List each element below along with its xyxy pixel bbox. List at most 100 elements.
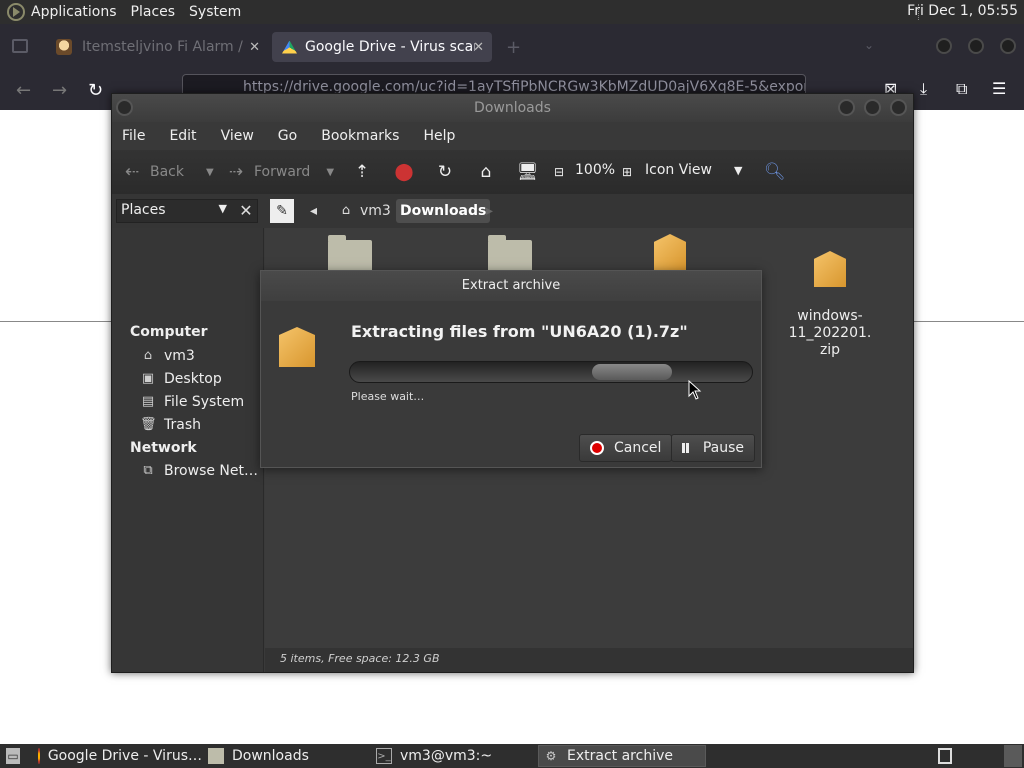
view-mode-select[interactable]: Icon View ▼ [645,162,742,178]
breadcrumb-label: Downloads [400,203,487,219]
pause-button[interactable]: Pause [671,434,755,462]
search-button[interactable]: 🔍︎ [764,162,792,182]
system-menu[interactable]: System [189,4,241,20]
up-button[interactable]: ⇡ [352,162,380,182]
maximize-icon[interactable] [968,38,984,54]
breadcrumb-downloads[interactable]: Downloads [396,199,491,223]
task-downloads[interactable]: Downloads [204,745,370,767]
sidebar-item-filesystem[interactable]: ▤ File System [140,394,244,410]
task-extract-archive[interactable]: ⚙ Extract archive [538,745,706,767]
stop-button[interactable]: ⬤ [394,162,422,182]
breadcrumb-vm3[interactable]: ⌂ vm3 [334,199,395,223]
file-item-archive[interactable]: windows-11_202201. zip [770,234,890,359]
up-arrow-icon: ⇡ [354,162,370,182]
zoom-level: 100% [575,162,616,178]
window-titlebar[interactable]: Downloads [112,94,913,122]
dropdown-arrow-icon: ▼ [218,202,227,215]
task-terminal[interactable]: >_ vm3@vm3:~ [372,745,538,767]
sidebar-item-trash[interactable]: 🗑︎ Trash [140,417,201,433]
window-menu-icon[interactable] [116,99,133,116]
downloads-icon[interactable]: ⤓ [920,79,927,99]
show-desktop-button[interactable]: ▭ [2,745,28,767]
breadcrumb-back-icon[interactable]: ◂ [306,199,321,223]
menu-bookmarks[interactable]: Bookmarks [321,128,399,144]
window-title: Downloads [474,100,551,116]
browser-tab-active[interactable]: Google Drive - Virus scan w ✕ [272,32,492,62]
file-name: windows-11_202201. zip [788,308,872,358]
forward-arrow-icon: ⇢ [228,162,244,182]
sidebar-item-desktop[interactable]: ▣ Desktop [140,371,222,387]
cancel-button[interactable]: Cancel [579,434,673,462]
applications-menu[interactable]: Applications [31,4,117,20]
home-folder-icon: ⌂ [143,348,153,363]
maximize-icon[interactable] [864,99,881,116]
computer-button[interactable]: 🖥 [517,162,545,182]
home-folder-icon: ⌂ [480,162,492,182]
archive-icon [654,234,686,270]
forward-history-arrow-icon[interactable]: ▼ [326,167,334,178]
new-tab-icon[interactable]: + [506,37,521,58]
reload-icon[interactable]: ↻ [88,80,103,101]
forward-button[interactable]: ⇢ Forward ▼ [226,162,334,182]
back-arrow-icon[interactable]: ← [16,80,31,101]
forward-label: Forward [254,164,311,180]
search-icon: 🔍︎ [764,162,786,182]
extensions-icon[interactable]: ⧉ [956,79,967,99]
clock[interactable]: Fri Dec 1, 05:55 [907,3,1018,19]
workspace-switcher[interactable] [934,745,960,767]
home-button[interactable]: ⌂ [476,162,504,182]
places-menu[interactable]: Places [131,4,176,20]
breadcrumb-label: vm3 [360,203,391,219]
back-history-arrow-icon[interactable]: ▼ [206,167,214,178]
zoom-in-button[interactable]: ⊞ [617,162,645,182]
close-sidebar-icon[interactable]: ✕ [234,199,258,223]
drive-icon: ▤ [141,394,155,409]
browser-tab-inactive[interactable]: Itemsteljvino Fi Alarm / ✕ [46,32,268,62]
archive-manager-icon: ⚙ [545,749,557,763]
show-desktop-icon: ▭ [6,748,20,764]
task-google-drive[interactable]: Google Drive - Virus… [34,745,202,767]
sidebar-item-browse-network[interactable]: ⧉ Browse Net… [140,463,258,479]
back-label: Back [150,164,184,180]
menu-file[interactable]: File [122,128,145,144]
menu-view[interactable]: View [221,128,254,144]
archive-icon [279,327,315,367]
dropdown-arrow-icon: ▼ [733,163,743,177]
minimize-icon[interactable] [838,99,855,116]
desktop-icon: ▣ [141,371,155,386]
zoom-in-icon: ⊞ [621,165,633,179]
edit-location-icon[interactable]: ✎ [270,199,294,223]
file-item-archive[interactable] [610,234,730,274]
sidebar-item-label: File System [164,394,245,410]
dialog-heading: Extracting files from "UN6A20 (1).7z" [351,322,688,341]
back-button[interactable]: ⇠ Back ▼ [122,162,214,182]
dialog-title[interactable]: Extract archive [261,271,761,301]
zoom-out-button[interactable]: ⊟ [549,162,577,182]
pause-icon [682,443,689,453]
minimize-icon[interactable] [936,38,952,54]
breadcrumb-forward-icon[interactable]: ▸ [482,199,497,223]
hamburger-menu-icon[interactable]: ☰ [992,79,1006,98]
menu-help[interactable]: Help [423,128,455,144]
list-tabs-icon[interactable]: ⌄ [864,38,874,52]
close-window-icon[interactable] [890,99,907,116]
tab-overview-icon[interactable] [12,39,28,53]
forward-arrow-icon[interactable]: → [52,80,67,101]
pause-label: Pause [702,440,744,456]
sidebar-item-label: Browse Net… [164,463,259,479]
folder-icon [208,748,224,764]
distro-logo-icon[interactable] [7,3,25,21]
tab-close-icon[interactable]: ✕ [473,40,484,55]
stop-icon: ⬤ [394,162,414,182]
reload-button[interactable]: ↻ [435,162,463,182]
close-window-icon[interactable] [1000,38,1016,54]
progress-status: Please wait… [351,390,425,403]
tab-close-icon[interactable]: ✕ [249,40,260,55]
firefox-icon [38,748,40,764]
task-label: Downloads [232,748,309,764]
menu-edit[interactable]: Edit [169,128,196,144]
trash-applet[interactable] [1004,745,1022,767]
sidebar-item-vm3[interactable]: ⌂ vm3 [140,348,195,364]
menu-go[interactable]: Go [278,128,297,144]
sidebar-item-label: Trash [164,417,201,433]
